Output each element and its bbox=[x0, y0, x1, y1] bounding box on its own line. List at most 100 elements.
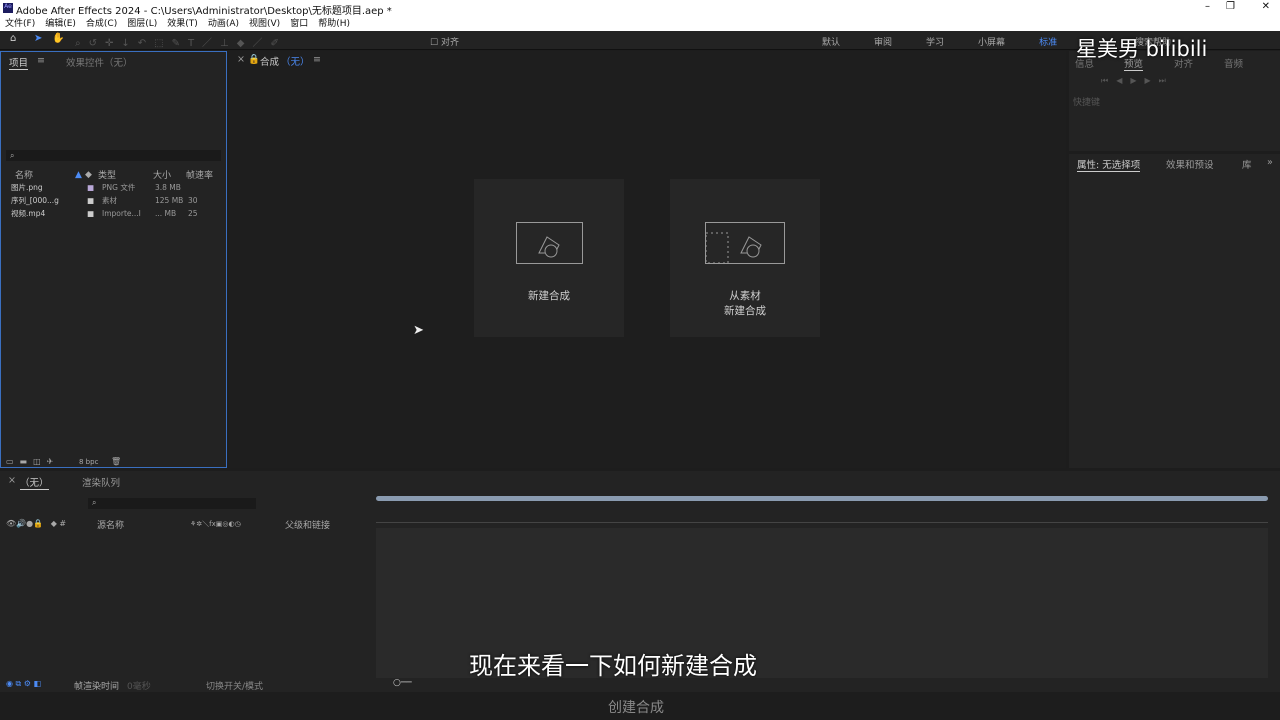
from-footage-label: 从素材 bbox=[729, 290, 761, 302]
item-type: 素材 bbox=[102, 196, 117, 205]
bpc-indicator[interactable]: 8 bpc bbox=[79, 458, 98, 466]
composition-icon bbox=[515, 222, 583, 264]
project-search-input[interactable]: ⌕ bbox=[6, 150, 221, 161]
tab-composition[interactable]: 合成 bbox=[260, 54, 279, 68]
list-item[interactable]: 序列_[000...g ■ 素材 125 MB 30 bbox=[11, 194, 221, 207]
playback-controls[interactable]: ⏮◀▶▶⏭ bbox=[1101, 76, 1174, 86]
tab-effects-presets[interactable]: 效果和预设 bbox=[1166, 157, 1214, 171]
mouse-cursor-icon: ➤ bbox=[413, 323, 424, 338]
hand-tool-icon[interactable]: ✋ bbox=[52, 33, 64, 44]
workspace-learn[interactable]: 学习 bbox=[926, 35, 944, 48]
column-source-name[interactable]: 源名称 bbox=[97, 518, 124, 531]
watermark: 星美男 bilibili bbox=[1076, 37, 1208, 61]
layer-switch-icons: ⚘✲＼fx▣◎◐◷ bbox=[190, 520, 241, 528]
item-fps: 30 bbox=[188, 196, 198, 205]
project-footer-icons[interactable]: ▭▬◫✈ bbox=[6, 457, 59, 466]
lock-icon[interactable]: 🔒 bbox=[248, 54, 260, 65]
footage-composition-icon bbox=[705, 222, 785, 264]
tab-project[interactable]: 项目 bbox=[9, 55, 29, 70]
list-item[interactable]: 视频.mp4 ■ Importe...I... MB 25 bbox=[11, 207, 221, 220]
item-size: 3.8 MB bbox=[155, 183, 181, 192]
workspace-default[interactable]: 默认 bbox=[822, 35, 840, 48]
subtitle: 现在来看一下如何新建合成 bbox=[469, 652, 757, 680]
restore-button[interactable]: ❐ bbox=[1226, 1, 1235, 12]
menu-view[interactable]: 视图(V) bbox=[249, 16, 280, 31]
item-name: 序列_[000...g bbox=[11, 196, 59, 205]
minimize-button[interactable]: – bbox=[1205, 1, 1210, 12]
item-size: 125 MB bbox=[155, 196, 184, 205]
zoom-slider[interactable]: ○── bbox=[393, 678, 412, 688]
project-list: 图片.png ■ PNG 文件 3.8 MB 序列_[000...g ■ 素材 125 MB… bbox=[11, 181, 221, 220]
properties-panel: 属性: 无选择项 效果和预设 库 » bbox=[1069, 154, 1280, 468]
column-size[interactable]: 大小 bbox=[153, 168, 186, 181]
menu-help[interactable]: 帮助(H) bbox=[318, 16, 350, 31]
render-time-value: 0毫秒 bbox=[127, 682, 151, 692]
toggle-switches-modes[interactable]: 切换开关/模式 bbox=[206, 679, 263, 692]
menu-file[interactable]: 文件(F) bbox=[5, 16, 35, 31]
tab-composition-sub: （无） bbox=[281, 57, 310, 68]
item-size: ... MB bbox=[155, 209, 177, 218]
menu-layer[interactable]: 图层(L) bbox=[127, 16, 157, 31]
item-fps: 25 bbox=[188, 209, 198, 218]
footer-icons[interactable]: ◉ ⧉ ⚙ ◧ bbox=[6, 679, 41, 689]
from-footage-label-2: 新建合成 bbox=[724, 305, 766, 317]
new-composition-label: 新建合成 bbox=[528, 290, 570, 302]
project-columns: 名称 ▲ ◆ 类型 大小 帧速率 bbox=[15, 168, 225, 182]
menu-icon[interactable]: ≡ bbox=[37, 55, 45, 66]
tab-audio[interactable]: 音频 bbox=[1224, 56, 1243, 70]
av-switch-icons[interactable]: 👁🔊●🔒 ◆ # bbox=[6, 519, 66, 528]
disabled-tools: ⌕↺✛↓↶⬚✎T／⊥◆／✐ bbox=[75, 38, 287, 49]
list-item[interactable]: 图片.png ■ PNG 文件 3.8 MB bbox=[11, 181, 221, 194]
workspace-switcher: 默认 审阅 学习 小屏幕 标准 bbox=[822, 35, 1057, 48]
workspace-standard[interactable]: 标准 bbox=[1039, 35, 1057, 48]
sort-asc-icon: ▲ bbox=[75, 169, 82, 180]
workspace-review[interactable]: 审阅 bbox=[874, 35, 892, 48]
home-icon[interactable]: ⌂ bbox=[10, 33, 16, 44]
trash-icon[interactable]: 🗑 bbox=[111, 457, 121, 466]
menu-composition[interactable]: 合成(C) bbox=[86, 16, 117, 31]
label-icon: ◆ bbox=[85, 169, 92, 180]
workspace-small-screen[interactable]: 小屏幕 bbox=[978, 35, 1005, 48]
tab-library[interactable]: 库 bbox=[1242, 157, 1252, 171]
item-type: Importe...I bbox=[102, 209, 141, 218]
column-name[interactable]: 名称 bbox=[15, 168, 75, 181]
new-composition-button[interactable]: 新建合成 bbox=[474, 179, 624, 337]
menu-edit[interactable]: 编辑(E) bbox=[45, 16, 76, 31]
column-fps[interactable]: 帧速率 bbox=[186, 168, 213, 181]
caption: 创建合成 bbox=[608, 700, 664, 716]
close-tab-icon[interactable]: × bbox=[237, 54, 245, 65]
tab-properties[interactable]: 属性: 无选择项 bbox=[1077, 157, 1141, 172]
project-panel: 项目 ≡ 效果控件（无） ⌕ 名称 ▲ ◆ 类型 大小 帧速率 图片.png ■ P… bbox=[0, 51, 227, 468]
align-label: 对齐 bbox=[440, 38, 459, 48]
tab-timeline[interactable]: （无） bbox=[20, 475, 49, 490]
render-time-label: 帧渲染时间 bbox=[74, 682, 120, 692]
item-type: PNG 文件 bbox=[102, 183, 136, 192]
new-comp-from-footage-button[interactable]: 从素材 新建合成 bbox=[670, 179, 820, 337]
column-parent[interactable]: 父级和链接 bbox=[285, 518, 330, 531]
window-title: Adobe After Effects 2024 - C:\Users\Admi… bbox=[16, 6, 392, 17]
work-area-bar[interactable] bbox=[376, 496, 1268, 501]
layer-search-input[interactable]: ⌕ bbox=[88, 498, 256, 509]
menu-effect[interactable]: 效果(T) bbox=[167, 16, 198, 31]
selection-tool-icon[interactable]: ➤ bbox=[34, 33, 42, 44]
close-tab-icon[interactable]: × bbox=[8, 475, 16, 486]
composition-panel: × 🔒 合成 （无） ≡ 新建合成 从素材 新建合成 ➤ bbox=[229, 51, 1066, 468]
menu-animation[interactable]: 动画(A) bbox=[208, 16, 239, 31]
align-checkbox[interactable]: ☐ 对齐 bbox=[430, 35, 459, 48]
menu-bar: 文件(F) 编辑(E) 合成(C) 图层(L) 效果(T) 动画(A) 视图(V… bbox=[0, 16, 1280, 31]
shortcut-label: 快捷键 bbox=[1073, 98, 1101, 108]
time-ruler[interactable] bbox=[376, 509, 1268, 523]
close-button[interactable]: ✕ bbox=[1262, 1, 1270, 12]
tab-render-queue[interactable]: 渲染队列 bbox=[82, 475, 120, 489]
item-name: 视频.mp4 bbox=[11, 209, 46, 218]
title-bar: Ae Adobe After Effects 2024 - C:\Users\A… bbox=[0, 0, 1280, 17]
more-tabs-icon[interactable]: » bbox=[1267, 157, 1273, 168]
menu-window[interactable]: 窗口 bbox=[290, 16, 308, 31]
menu-icon[interactable]: ≡ bbox=[313, 54, 321, 65]
app-logo-icon: Ae bbox=[3, 3, 13, 13]
tab-effect-controls[interactable]: 效果控件（无） bbox=[66, 55, 133, 69]
search-icon: ⌕ bbox=[10, 151, 15, 160]
preview-panel: 信息 预览 对齐 音频 ⏮◀▶▶⏭ 快捷键 bbox=[1069, 51, 1280, 151]
column-type[interactable]: 类型 bbox=[98, 168, 153, 181]
item-name: 图片.png bbox=[11, 183, 43, 192]
